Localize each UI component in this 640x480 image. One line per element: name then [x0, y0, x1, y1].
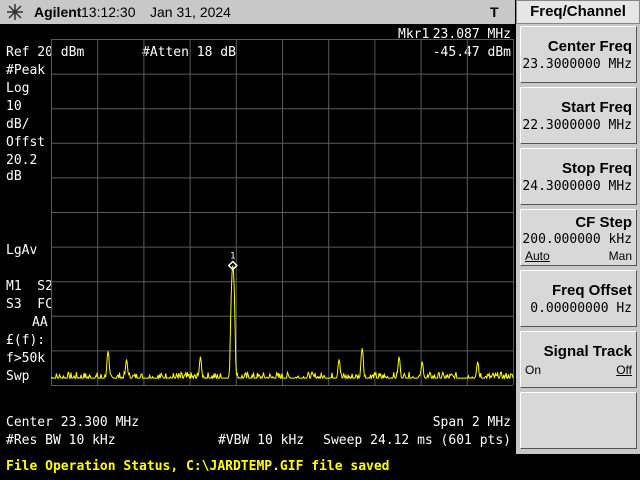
freq-offset-key[interactable]: Freq Offset 0.00000000 Hz — [520, 270, 637, 327]
cf-step-value: 200.000000 kHz — [522, 232, 632, 247]
signal-track-label: Signal Track — [543, 343, 632, 360]
brand-name: Agilent — [34, 4, 82, 20]
signal-track-on: On — [525, 363, 542, 377]
file-status-text: File Operation Status, C:\JARDTEMP.GIF f… — [6, 459, 390, 474]
span-label: Span 2 MHz — [432, 415, 511, 430]
center-freq-label: Center Freq — [547, 38, 632, 55]
start-freq-value: 22.3000000 MHz — [522, 118, 632, 133]
signal-track-key[interactable]: Signal Track On Off — [520, 331, 637, 388]
annot-aa: AA — [32, 315, 48, 330]
annot-db: dB — [6, 169, 22, 184]
softkey-menu: Freq/Channel Center Freq 23.3000000 MHz … — [516, 0, 640, 454]
menu-title: Freq/Channel — [516, 0, 640, 24]
annot-m1s2: M1 S2 — [6, 279, 53, 294]
start-freq-label: Start Freq — [561, 99, 632, 116]
center-freq-key[interactable]: Center Freq 23.3000000 MHz — [520, 26, 637, 83]
sweep-label: Sweep 24.12 ms (601 pts) — [323, 433, 511, 448]
signal-track-off: Off — [616, 363, 632, 377]
annot-offset: Offst — [6, 135, 46, 150]
stop-freq-key[interactable]: Stop Freq 24.3000000 MHz — [520, 148, 637, 205]
freq-offset-label: Freq Offset — [551, 282, 632, 299]
annot-offset-value: 20.2 — [6, 153, 38, 168]
center-frequency-label: Center 23.300 MHz — [6, 415, 140, 430]
graticule-grid — [51, 39, 514, 386]
cf-step-man: Man — [608, 249, 632, 263]
annot-f50k: f>50k — [6, 351, 46, 366]
stop-freq-label: Stop Freq — [562, 160, 632, 177]
annot-db-div: dB/ — [6, 117, 30, 132]
res-bw-label: #Res BW 10 kHz — [6, 433, 116, 448]
start-freq-key[interactable]: Start Freq 22.3000000 MHz — [520, 87, 637, 144]
clock-time: 13:12:30 — [81, 4, 136, 20]
annot-log: Log — [6, 81, 30, 96]
blank-key[interactable] — [520, 392, 637, 449]
agilent-logo-icon — [7, 4, 23, 20]
top-status-bar: Agilent 13:12:30 Jan 31, 2024 T — [0, 0, 515, 24]
trigger-indicator: T — [490, 4, 499, 20]
freq-offset-value: 0.00000000 Hz — [530, 301, 632, 316]
annot-scale: 10 — [6, 99, 22, 114]
annot-swp: Swp — [6, 369, 30, 384]
annot-peak: #Peak — [6, 63, 46, 78]
cf-step-label: CF Step — [575, 214, 632, 231]
file-status-bar: File Operation Status, C:\JARDTEMP.GIF f… — [0, 455, 640, 480]
annot-ff: £(f): — [6, 333, 46, 348]
center-freq-value: 23.3000000 MHz — [522, 57, 632, 72]
annot-s3fc: S3 FC — [6, 297, 53, 312]
spectrum-graticule: 1 — [51, 39, 514, 386]
clock-date: Jan 31, 2024 — [150, 4, 231, 20]
vbw-label: #VBW 10 kHz — [218, 433, 305, 448]
annot-lgav: LgAv — [6, 243, 38, 258]
stop-freq-value: 24.3000000 MHz — [522, 179, 632, 194]
marker-number: 1 — [230, 252, 235, 262]
cf-step-key[interactable]: CF Step 200.000000 kHz Auto Man — [520, 209, 637, 266]
cf-step-auto: Auto — [525, 249, 550, 263]
